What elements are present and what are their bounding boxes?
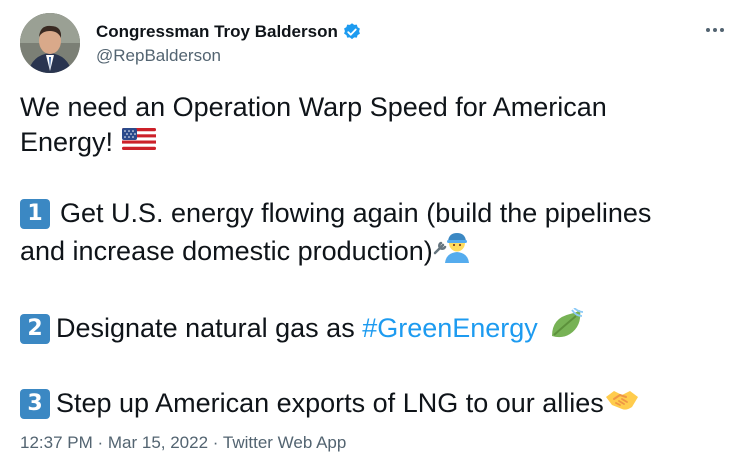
- tweet-card: Congressman Troy Balderson @RepBalderson…: [0, 0, 744, 472]
- item-3-text: Step up American exports of LNG to our a…: [56, 388, 604, 418]
- author-avatar[interactable]: [20, 13, 80, 73]
- item-1-text-a: Get U.S. energy flowing again (build the…: [60, 198, 652, 228]
- handshake-icon: [604, 385, 640, 422]
- item-2-text: Designate natural gas as: [56, 313, 363, 343]
- author-names: Congressman Troy Balderson @RepBalderson: [96, 21, 362, 67]
- meta-separator: ·: [92, 433, 108, 452]
- tweet-header: Congressman Troy Balderson @RepBalderson: [20, 13, 730, 75]
- tweet-time[interactable]: 12:37 PM: [20, 433, 93, 452]
- more-dot: [720, 28, 724, 32]
- tweet-meta: 12:37 PM · Mar 15, 2022 · Twitter Web Ap…: [20, 432, 346, 454]
- author-handle[interactable]: @RepBalderson: [96, 45, 362, 67]
- more-dot: [706, 28, 710, 32]
- tweet-text-line1: We need an Operation Warp Speed for Amer…: [20, 92, 607, 122]
- item-1-text-b: and increase domestic production): [20, 236, 433, 266]
- keycap-3-icon: 3: [20, 388, 50, 419]
- tweet-date[interactable]: Mar 15, 2022: [108, 433, 208, 452]
- tweet-item-1-line-1: 1 Get U.S. energy flowing again (build t…: [20, 196, 730, 231]
- tweet-item-2: 2 Designate natural gas as #GreenEnergy: [20, 307, 730, 349]
- more-dot: [713, 28, 717, 32]
- avatar-photo-icon: [20, 13, 80, 73]
- meta-separator: ·: [208, 433, 223, 452]
- mechanic-emoji-icon: [433, 231, 473, 272]
- display-name-row: Congressman Troy Balderson: [96, 21, 362, 43]
- tweet-line-1: We need an Operation Warp Speed for Amer…: [20, 90, 730, 125]
- tweet-text-energy: Energy!: [20, 127, 114, 157]
- leaf-wind-icon: [548, 307, 584, 349]
- verified-badge-icon: [342, 22, 362, 42]
- tweet-item-3: 3 Step up American exports of LNG to our…: [20, 385, 730, 422]
- author-display-name[interactable]: Congressman Troy Balderson: [96, 21, 338, 43]
- us-flag-icon: [122, 125, 157, 160]
- tweet-text: We need an Operation Warp Speed for Amer…: [20, 90, 730, 422]
- tweet-source[interactable]: Twitter Web App: [223, 433, 346, 452]
- more-options-icon[interactable]: [700, 19, 730, 41]
- hashtag-green-energy[interactable]: #GreenEnergy: [362, 311, 538, 346]
- keycap-1-icon: 1: [20, 198, 50, 229]
- keycap-2-icon: 2: [20, 313, 50, 344]
- tweet-item-1-line-2: and increase domestic production): [20, 231, 730, 272]
- tweet-line-2: Energy!: [20, 125, 730, 160]
